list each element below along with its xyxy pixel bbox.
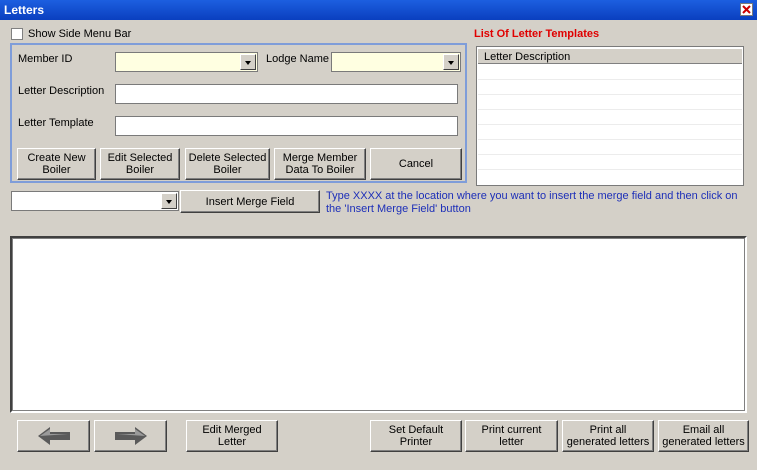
templates-title: List Of Letter Templates	[474, 28, 600, 40]
merge-field-hint: Type XXXX at the location where you want…	[326, 190, 738, 215]
letter-template-field[interactable]	[115, 116, 458, 136]
close-icon	[742, 5, 751, 14]
forward-button[interactable]	[94, 420, 167, 452]
edit-merged-letter-button[interactable]: Edit Merged Letter	[186, 420, 278, 452]
show-side-menu-checkbox[interactable]	[11, 28, 23, 40]
letter-templates-list[interactable]: Letter Description	[476, 46, 744, 186]
letter-description-column-header[interactable]: Letter Description	[478, 48, 742, 64]
set-default-printer-button[interactable]: Set Default Printer	[370, 420, 462, 452]
right-arrow-icon	[114, 427, 147, 445]
letter-editor[interactable]	[10, 236, 747, 413]
delete-selected-boiler-button[interactable]: Delete Selected Boiler	[185, 148, 270, 180]
member-id-combo[interactable]	[115, 52, 258, 72]
left-arrow-icon	[37, 427, 70, 445]
lodge-name-label: Lodge Name	[266, 53, 329, 65]
back-button[interactable]	[17, 420, 90, 452]
title-bar: Letters	[0, 0, 757, 20]
letter-template-label: Letter Template	[18, 117, 94, 129]
create-new-boiler-button[interactable]: Create New Boiler	[17, 148, 96, 180]
email-all-generated-letters-button[interactable]: Email all generated letters	[658, 420, 749, 452]
print-current-letter-button[interactable]: Print current letter	[465, 420, 558, 452]
letter-description-label: Letter Description	[18, 85, 105, 97]
chevron-down-icon[interactable]	[443, 54, 459, 70]
merge-field-combo[interactable]	[11, 191, 179, 211]
cancel-button[interactable]: Cancel	[370, 148, 462, 180]
close-button[interactable]	[740, 3, 753, 16]
print-all-generated-letters-button[interactable]: Print all generated letters	[562, 420, 654, 452]
window-title: Letters	[4, 3, 45, 17]
edit-selected-boiler-button[interactable]: Edit Selected Boiler	[100, 148, 180, 180]
member-id-label: Member ID	[18, 53, 73, 65]
insert-merge-field-button[interactable]: Insert Merge Field	[180, 190, 320, 213]
letter-description-field[interactable]	[115, 84, 458, 104]
show-side-menu-label: Show Side Menu Bar	[28, 28, 132, 40]
chevron-down-icon[interactable]	[240, 54, 256, 70]
merge-member-data-button[interactable]: Merge Member Data To Boiler	[274, 148, 366, 180]
lodge-name-combo[interactable]	[331, 52, 461, 72]
chevron-down-icon[interactable]	[161, 193, 177, 209]
